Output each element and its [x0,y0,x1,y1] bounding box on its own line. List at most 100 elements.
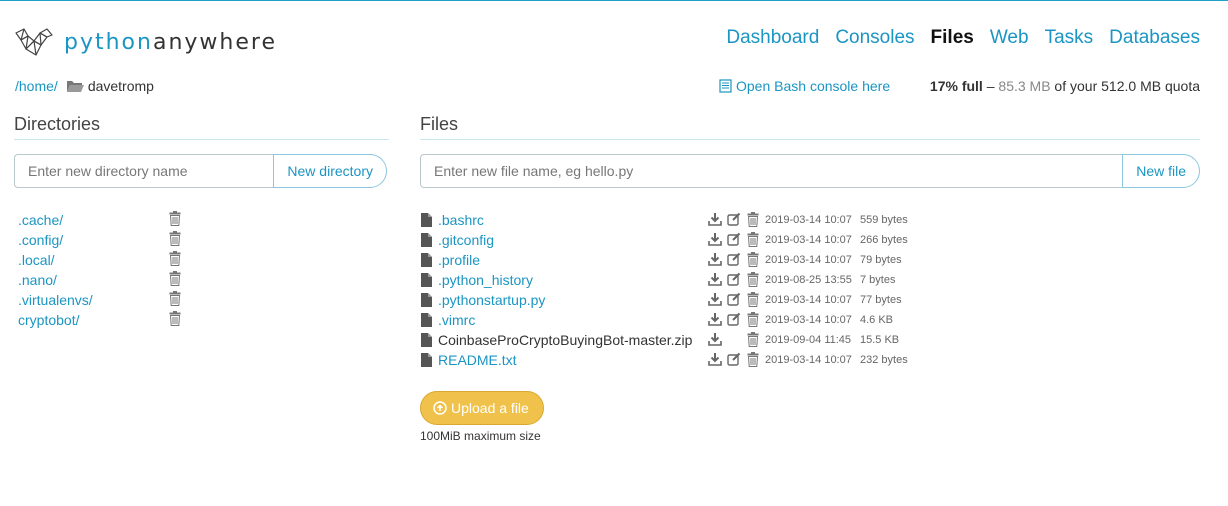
new-file-button[interactable]: New file [1122,154,1200,188]
download-icon[interactable] [707,351,723,367]
file-size: 15.5 KB [860,334,900,346]
new-file-form: New file [420,154,1200,188]
download-icon[interactable] [707,311,723,327]
file-link[interactable]: .profile [438,252,480,268]
nav-web[interactable]: Web [990,27,1029,49]
delete-trash-icon[interactable] [745,291,761,307]
files-heading: Files [420,114,1200,140]
edit-icon[interactable] [726,251,742,267]
file-date: 2019-03-14 10:07 [765,234,852,246]
breadcrumb-home-link[interactable]: /home/ [15,78,58,94]
open-bash-console-link[interactable]: Open Bash console here [719,78,890,94]
quota-used: 85.3 MB [998,78,1051,94]
file-actions [707,331,761,347]
file-date: 2019-03-14 10:07 [765,294,852,306]
delete-trash-icon[interactable] [169,211,181,229]
directory-link[interactable]: .local/ [18,252,55,268]
file-link[interactable]: README.txt [438,352,517,368]
file-row: CoinbaseProCryptoBuyingBot-master.zip 201… [421,330,941,350]
nav-databases[interactable]: Databases [1109,27,1200,49]
file-link[interactable]: .python_history [438,272,533,288]
file-icon [421,253,432,267]
file-icon [421,213,432,227]
file-actions [707,291,761,307]
delete-trash-icon[interactable] [745,351,761,367]
file-icon [421,313,432,327]
quota-percent: 17% full [929,78,983,94]
new-directory-button[interactable]: New directory [273,154,387,188]
file-link[interactable]: .vimrc [438,312,475,328]
file-icon [421,333,432,347]
file-size: 559 bytes [860,214,908,226]
file-link[interactable]: .pythonstartup.py [438,292,545,308]
file-size: 266 bytes [860,234,908,246]
directory-row: .config/ [18,230,188,250]
edit-icon[interactable] [726,291,742,307]
directory-link[interactable]: .cache/ [18,212,63,228]
upload-size-note: 100MiB maximum size [420,429,541,443]
directory-row: .virtualenvs/ [18,290,188,310]
delete-trash-icon[interactable] [745,331,761,347]
nav-files[interactable]: Files [931,27,974,49]
edit-icon[interactable] [726,351,742,367]
edit-icon[interactable] [726,231,742,247]
file-size: 77 bytes [860,294,902,306]
new-file-input[interactable] [420,154,1123,188]
file-date: 2019-09-04 11:45 [765,334,852,346]
download-icon[interactable] [707,231,723,247]
storage-quota: 17% full – 85.3 MB of your 512.0 MB quot… [929,78,1200,94]
nav-consoles[interactable]: Consoles [835,27,914,49]
upload-file-label: Upload a file [451,400,529,416]
edit-icon[interactable] [726,271,742,287]
delete-trash-icon[interactable] [745,211,761,227]
delete-trash-icon[interactable] [745,271,761,287]
directory-link[interactable]: .config/ [18,232,63,248]
directory-row: .nano/ [18,270,188,290]
download-icon[interactable] [707,291,723,307]
file-row: .profile 2019-03-14 10:07 79 bytes [421,250,941,270]
upload-file-button[interactable]: Upload a file [420,391,544,425]
download-icon[interactable] [707,271,723,287]
file-size: 7 bytes [860,274,896,286]
directory-row: .local/ [18,250,188,270]
open-folder-icon [66,81,84,92]
delete-trash-icon[interactable] [169,251,181,269]
file-icon [421,273,432,287]
file-actions [707,271,761,287]
file-date: 2019-03-14 10:07 [765,354,852,366]
delete-trash-icon[interactable] [745,231,761,247]
file-actions [707,351,761,367]
delete-trash-icon[interactable] [169,271,181,289]
directory-link[interactable]: .nano/ [18,272,57,288]
edit-icon[interactable] [726,211,742,227]
download-icon[interactable] [707,211,723,227]
delete-trash-icon[interactable] [169,231,181,249]
delete-trash-icon[interactable] [745,311,761,327]
directory-list: .cache/ .config/ .local/ .nano/ .virtualenvs… [18,210,188,330]
delete-trash-icon[interactable] [745,251,761,267]
file-actions [707,311,761,327]
download-icon[interactable] [707,331,723,347]
file-actions [707,211,761,227]
directory-link[interactable]: .virtualenvs/ [18,292,93,308]
file-actions [707,251,761,267]
directories-heading: Directories [14,114,389,140]
nav-dashboard[interactable]: Dashboard [726,27,819,49]
delete-trash-icon[interactable] [169,311,181,329]
new-directory-input[interactable] [14,154,274,188]
logo-text: pythonanywhere [64,29,277,55]
top-nav: Dashboard Consoles Files Web Tasks Databases [726,27,1200,49]
pythonanywhere-logo[interactable]: pythonanywhere [14,27,277,57]
download-icon[interactable] [707,251,723,267]
file-link[interactable]: .gitconfig [438,232,494,248]
file-icon [421,293,432,307]
nav-tasks[interactable]: Tasks [1045,27,1094,49]
directory-link[interactable]: cryptobot/ [18,312,79,328]
breadcrumb: /home/ davetromp [15,78,154,94]
file-row: README.txt 2019-03-14 10:07 232 bytes [421,350,941,370]
delete-trash-icon[interactable] [169,291,181,309]
file-row: .bashrc 2019-03-14 10:07 559 bytes [421,210,941,230]
file-size: 4.6 KB [860,314,894,326]
file-link[interactable]: .bashrc [438,212,484,228]
edit-icon[interactable] [726,311,742,327]
